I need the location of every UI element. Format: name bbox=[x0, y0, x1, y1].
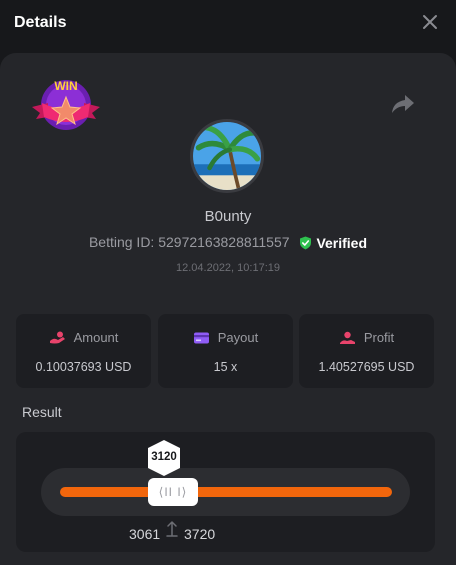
stat-value-payout: 15 x bbox=[213, 360, 238, 374]
betting-id-value: 52972163828811557 bbox=[158, 234, 290, 250]
stat-label-amount: Amount bbox=[73, 330, 119, 345]
verified-label: Verified bbox=[316, 235, 368, 252]
stat-head-amount: Amount bbox=[16, 330, 151, 345]
betting-id-row: Betting ID: 52972163828811557 Verified bbox=[0, 234, 456, 251]
page-title: Details bbox=[14, 14, 67, 31]
card-icon bbox=[193, 332, 209, 343]
shield-check-icon bbox=[300, 236, 312, 250]
verified-badge: Verified bbox=[299, 235, 367, 251]
stat-value-amount: 0.10037693 USD bbox=[35, 360, 132, 374]
close-icon[interactable] bbox=[418, 10, 442, 34]
share-icon[interactable] bbox=[390, 92, 416, 116]
stat-label-profit: Profit bbox=[363, 330, 395, 345]
stat-label-payout: Payout bbox=[217, 330, 259, 345]
stat-value-profit: 1.40527695 USD bbox=[318, 360, 415, 374]
amount-icon bbox=[49, 331, 65, 343]
range-separator-icon bbox=[166, 520, 178, 537]
win-badge-icon: WIN bbox=[32, 79, 100, 130]
win-badge-text: WIN bbox=[54, 79, 77, 93]
result-marker-value: 3120 bbox=[151, 451, 177, 463]
stat-card-amount: Amount 0.10037693 USD bbox=[16, 314, 151, 388]
stat-card-payout: Payout 15 x bbox=[158, 314, 293, 388]
bet-datetime: 12.04.2022, 10:17:19 bbox=[176, 262, 280, 274]
stat-head-profit: Profit bbox=[299, 330, 434, 345]
range-high-value: 3720 bbox=[184, 526, 216, 542]
stat-card-profit: Profit 1.40527695 USD bbox=[299, 314, 434, 388]
username: B0unty bbox=[204, 208, 252, 225]
result-label: Result bbox=[22, 404, 62, 420]
betting-id-label: Betting ID: bbox=[88, 234, 155, 250]
result-track-fill bbox=[60, 487, 392, 497]
palm-tree-avatar-image bbox=[193, 122, 261, 190]
details-header: Details bbox=[0, 0, 456, 46]
stat-head-payout: Payout bbox=[158, 330, 293, 345]
profit-icon bbox=[339, 331, 355, 344]
range-low-value: 3061 bbox=[129, 526, 161, 542]
avatar bbox=[190, 119, 264, 193]
result-slider-handle[interactable]: ⟨II I⟩ bbox=[148, 478, 198, 506]
